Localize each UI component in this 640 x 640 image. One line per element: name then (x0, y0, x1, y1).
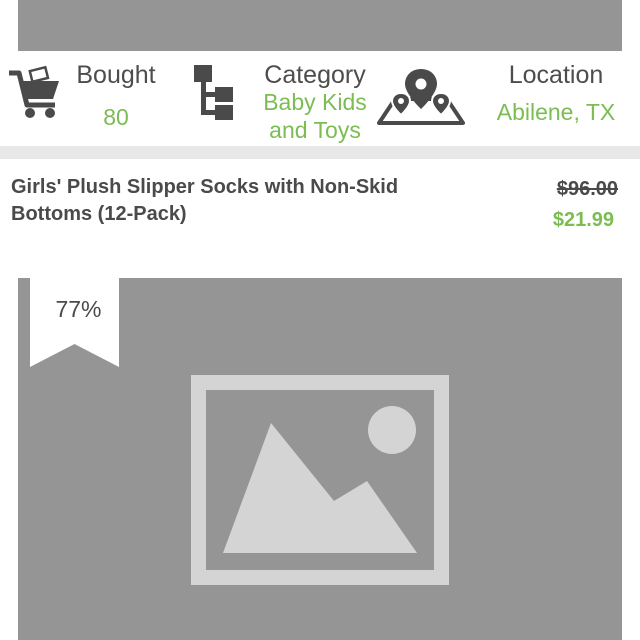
top-image-placeholder (18, 0, 622, 51)
sale-price: $21.99 (552, 209, 614, 231)
category-value-line2: and Toys (269, 117, 361, 143)
deal-title[interactable]: Girls' Plush Slipper Socks with Non-Skid… (11, 174, 481, 228)
bought-title: Bought (76, 61, 156, 89)
category-title: Category (264, 61, 366, 89)
location-title: Location (508, 61, 604, 89)
category-value-line1: Baby Kids (263, 89, 367, 115)
bought-value: 80 (103, 104, 129, 130)
deal-title-line1: Girls' Plush Slipper Socks with Non-Skid (11, 176, 399, 198)
section-divider (0, 146, 640, 159)
map-pins-icon (377, 69, 465, 125)
original-price: $96.00 (556, 178, 618, 200)
hierarchy-icon (194, 65, 233, 120)
discount-badge: 77% (55, 296, 102, 322)
cart-icon (9, 65, 59, 118)
deal-title-line2: Bottoms (12-Pack) (11, 203, 187, 225)
deal-stats-bar: Bought 80 Category Baby Kids and Toys Lo… (0, 51, 640, 146)
location-value: Abilene, TX (496, 99, 616, 125)
image-placeholder-icon (191, 375, 449, 585)
